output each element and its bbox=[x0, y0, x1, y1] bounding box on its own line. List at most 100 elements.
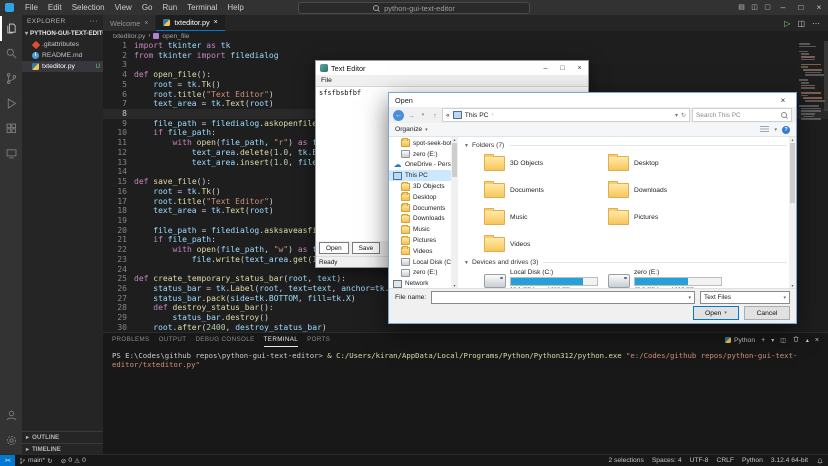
recent-locations-icon[interactable]: ▾ bbox=[418, 112, 428, 118]
remote-indicator[interactable]: >< bbox=[0, 455, 15, 466]
tree-item-network[interactable]: Network bbox=[389, 278, 451, 288]
remote-icon[interactable] bbox=[0, 141, 22, 166]
scroll-up-icon[interactable]: ▴ bbox=[791, 137, 793, 142]
git-branch[interactable]: main* ↻ bbox=[15, 457, 57, 465]
breadcrumb-symbol[interactable]: open_file bbox=[162, 33, 189, 40]
tk-save-button[interactable]: Save bbox=[352, 242, 381, 254]
folders-group-header[interactable]: ▼ Folders (7) bbox=[464, 140, 787, 151]
up-icon[interactable]: ↑ bbox=[430, 111, 440, 120]
file-type-select[interactable]: Text Files ▾ bbox=[700, 291, 790, 304]
scrollbar-thumb[interactable] bbox=[790, 143, 795, 203]
open-button[interactable]: Open ▾ bbox=[693, 306, 739, 320]
extensions-icon[interactable] bbox=[0, 116, 22, 141]
problems-indicator[interactable]: ⊘0 ⚠0 bbox=[57, 457, 90, 465]
breadcrumb[interactable]: txteditor.py › open_file bbox=[103, 31, 828, 41]
maximize-icon[interactable]: □ bbox=[792, 0, 810, 15]
tree-item-downloads[interactable]: Downloads bbox=[389, 214, 451, 225]
file-item-.gitattributes[interactable]: .gitattributes bbox=[22, 39, 103, 50]
tree-scrollbar[interactable]: ▴ ▾ bbox=[451, 137, 458, 288]
panel-tab-terminal[interactable]: TERMINAL bbox=[264, 333, 299, 347]
notifications-bell-icon[interactable] bbox=[812, 457, 828, 465]
layout-toggle-icon[interactable]: ▢ bbox=[761, 0, 774, 15]
tree-item-desktop[interactable]: Desktop bbox=[389, 192, 451, 203]
menu-help[interactable]: Help bbox=[222, 0, 248, 15]
tree-item-pictures[interactable]: Pictures bbox=[389, 235, 451, 246]
explorer-icon[interactable] bbox=[0, 16, 22, 41]
tree-item-spot-seek-bot[interactable]: spot-seek-bot bbox=[389, 138, 451, 149]
refresh-icon[interactable]: ↻ bbox=[681, 112, 686, 119]
dialog-titlebar[interactable]: Open × bbox=[389, 93, 796, 107]
indentation-indicator[interactable]: Spaces: 4 bbox=[648, 457, 686, 464]
tree-item-this-pc[interactable]: This PC bbox=[389, 170, 451, 181]
maximize-panel-icon[interactable]: ▴ bbox=[806, 337, 809, 344]
code-line[interactable]: 2from tkinter import filedialog bbox=[103, 51, 828, 61]
tk-titlebar[interactable]: Text Editor – □ × bbox=[316, 61, 588, 75]
scroll-up-icon[interactable]: ▴ bbox=[453, 137, 455, 142]
devices-group-header[interactable]: ▼ Devices and drives (3) bbox=[464, 257, 787, 268]
chevron-right-icon[interactable]: › bbox=[492, 112, 494, 118]
tree-item-3d-objects[interactable]: 3D Objects bbox=[389, 181, 451, 192]
active-terminal[interactable]: Python bbox=[725, 337, 755, 344]
drive-item-zero-e-[interactable]: zero (E:)45.0 GB free of 117 GB bbox=[608, 268, 732, 288]
tree-item-onedrive-person[interactable]: ☁OneDrive - Person bbox=[389, 160, 451, 171]
file-item-README.md[interactable]: iREADME.md bbox=[22, 50, 103, 61]
new-terminal-icon[interactable]: + bbox=[761, 337, 765, 344]
tab-welcome[interactable]: Welcome × bbox=[103, 15, 156, 31]
selection-count[interactable]: 2 selections bbox=[604, 457, 647, 464]
search-box[interactable]: Search This PC bbox=[692, 108, 792, 122]
panel-tab-debug-console[interactable]: DEBUG CONSOLE bbox=[195, 333, 254, 347]
account-icon[interactable] bbox=[0, 403, 22, 428]
content-scrollbar[interactable]: ▴ ▾ bbox=[789, 137, 796, 288]
layout-sidebar-icon[interactable]: ◫ bbox=[748, 0, 761, 15]
tk-file-menu[interactable]: File bbox=[321, 77, 332, 84]
panel-tab-output[interactable]: OUTPUT bbox=[159, 333, 187, 347]
folder-item-music[interactable]: Music bbox=[484, 205, 608, 230]
code-line[interactable]: 30 root.after(2400, destroy_status_bar) bbox=[103, 323, 828, 332]
tree-item-videos[interactable]: Videos bbox=[389, 246, 451, 257]
command-center-search[interactable]: python-gui-text-editor bbox=[298, 2, 530, 14]
change-view-icon[interactable] bbox=[760, 126, 769, 133]
folder-item-desktop[interactable]: Desktop bbox=[608, 151, 732, 176]
encoding-indicator[interactable]: UTF-8 bbox=[686, 457, 713, 464]
project-root[interactable]: ▾ PYTHON-GUI-TEXT-EDITOR bbox=[22, 28, 103, 39]
tree-item-local-disk-c-[interactable]: Local Disk (C:) bbox=[389, 257, 451, 268]
close-tab-icon[interactable]: × bbox=[214, 19, 218, 26]
search-icon[interactable] bbox=[0, 41, 22, 66]
close-tab-icon[interactable]: × bbox=[144, 20, 148, 27]
tab-txteditor[interactable]: txteditor.py × bbox=[156, 15, 225, 31]
code-line[interactable]: 1import tkinter as tk bbox=[103, 41, 828, 51]
menu-file[interactable]: File bbox=[20, 0, 43, 15]
python-interpreter[interactable]: 3.12.4 64-bit bbox=[767, 457, 812, 464]
close-icon[interactable]: × bbox=[571, 61, 588, 75]
back-icon[interactable]: ← bbox=[393, 110, 404, 121]
settings-gear-icon[interactable] bbox=[0, 428, 22, 453]
menu-view[interactable]: View bbox=[110, 0, 137, 15]
editor-scrollbar[interactable] bbox=[824, 41, 828, 111]
menu-edit[interactable]: Edit bbox=[43, 0, 67, 15]
forward-icon[interactable]: → bbox=[406, 111, 416, 120]
address-bar[interactable]: « This PC › ▾ ↻ bbox=[442, 108, 690, 122]
file-item-txteditor.py[interactable]: txteditor.pyU bbox=[22, 61, 103, 72]
tree-item-music[interactable]: Music bbox=[389, 224, 451, 235]
scrollbar-thumb[interactable] bbox=[452, 143, 457, 177]
more-actions-icon[interactable]: ⋯ bbox=[812, 19, 820, 28]
breadcrumb-file[interactable]: txteditor.py bbox=[113, 33, 145, 40]
drive-item-local-disk-c-[interactable]: Local Disk (C:)19.1 GB free of 119 GB bbox=[484, 268, 608, 288]
maximize-icon[interactable]: □ bbox=[554, 61, 571, 75]
cancel-button[interactable]: Cancel bbox=[744, 306, 790, 320]
outline-section[interactable]: ▸ OUTLINE bbox=[22, 431, 103, 443]
run-debug-icon[interactable] bbox=[0, 91, 22, 116]
menu-selection[interactable]: Selection bbox=[67, 0, 110, 15]
chevron-down-icon[interactable]: ▾ bbox=[771, 337, 774, 344]
layout-panel-icon[interactable]: ▤ bbox=[735, 0, 748, 15]
minimize-icon[interactable]: – bbox=[537, 61, 554, 75]
menu-run[interactable]: Run bbox=[157, 0, 182, 15]
close-icon[interactable]: × bbox=[770, 93, 796, 107]
minimize-icon[interactable]: – bbox=[774, 0, 792, 15]
panel-tab-ports[interactable]: PORTS bbox=[307, 333, 330, 347]
language-indicator[interactable]: Python bbox=[738, 457, 767, 464]
tree-item-documents[interactable]: Documents bbox=[389, 203, 451, 214]
chevron-down-icon[interactable]: ▾ bbox=[688, 295, 691, 301]
folder-item-pictures[interactable]: Pictures bbox=[608, 205, 732, 230]
file-name-input[interactable] bbox=[432, 293, 688, 302]
